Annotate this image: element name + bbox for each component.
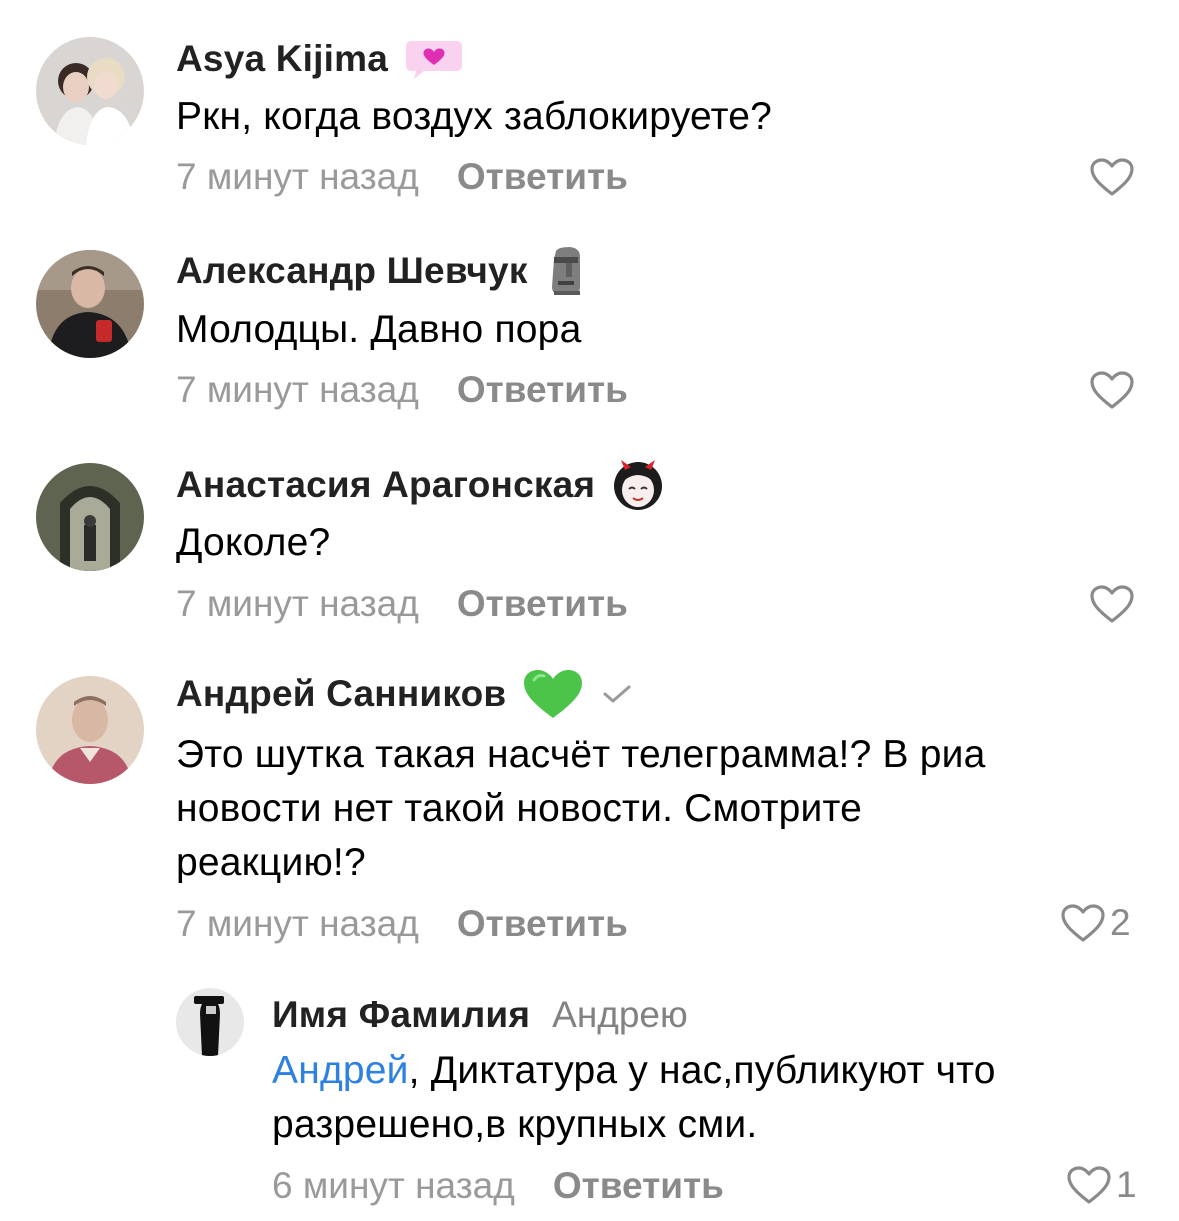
- verified-check-icon: [602, 683, 632, 705]
- mention-link[interactable]: Андрей: [272, 1049, 409, 1092]
- like-button[interactable]: [1089, 370, 1135, 410]
- heart-outline-icon: [1067, 1166, 1111, 1204]
- comment-text: Молодцы. Давно пора: [176, 308, 582, 351]
- pink-heart-bubble-icon: [404, 37, 464, 81]
- comment-text: Андрей, Диктатура у нас,публикуют что: [272, 1044, 996, 1098]
- reply-button[interactable]: Ответить: [457, 903, 628, 945]
- heart-outline-icon: [1090, 371, 1134, 409]
- moai-icon: [544, 245, 588, 297]
- comment-text-rest: , Диктатура у нас,публикуют что: [408, 1049, 996, 1092]
- reply-button[interactable]: Ответить: [457, 583, 628, 625]
- reply-addressee[interactable]: Андрею: [552, 994, 688, 1036]
- comment-timestamp: 7 минут назад: [176, 369, 419, 410]
- reply-button[interactable]: Ответить: [553, 1165, 724, 1207]
- comment-timestamp: 7 минут назад: [176, 156, 419, 197]
- devil-girl-sticker-icon: [611, 458, 665, 512]
- comment-timestamp: 7 минут назад: [176, 583, 419, 624]
- comment-text: реакцию!?: [176, 841, 366, 884]
- heart-outline-icon: [1090, 158, 1134, 196]
- comment-timestamp: 7 минут назад: [176, 903, 419, 944]
- comment-text: Это шутка такая насчёт телеграмма!? В ри…: [176, 733, 986, 776]
- author-name[interactable]: Анастасия Арагонская: [176, 464, 595, 506]
- author-name[interactable]: Имя Фамилия: [272, 994, 530, 1036]
- avatar[interactable]: [176, 988, 244, 1056]
- comment-text: Ркн, когда воздух заблокируете?: [176, 95, 772, 138]
- avatar[interactable]: [36, 37, 144, 145]
- avatar[interactable]: [36, 676, 144, 784]
- comment-timestamp: 6 минут назад: [272, 1165, 515, 1206]
- like-button[interactable]: [1089, 157, 1135, 197]
- avatar[interactable]: [36, 250, 144, 358]
- green-heart-icon: [522, 668, 584, 720]
- heart-outline-icon: [1061, 904, 1105, 942]
- like-count: 2: [1110, 902, 1131, 943]
- like-button[interactable]: 2: [1060, 902, 1131, 944]
- avatar[interactable]: [36, 463, 144, 571]
- heart-outline-icon: [1090, 585, 1134, 623]
- reply-button[interactable]: Ответить: [457, 369, 628, 411]
- reply-button[interactable]: Ответить: [457, 156, 628, 198]
- like-button[interactable]: [1089, 584, 1135, 624]
- author-name[interactable]: Asya Kijima: [176, 38, 388, 80]
- comment-text: Доколе?: [176, 521, 331, 564]
- like-button[interactable]: 1: [1066, 1164, 1137, 1206]
- author-name[interactable]: Андрей Санников: [176, 673, 506, 715]
- author-name[interactable]: Александр Шевчук: [176, 250, 528, 292]
- comment-text: новости нет такой новости. Смотрите: [176, 787, 863, 830]
- like-count: 1: [1116, 1164, 1137, 1205]
- comment-text: разрешено,в крупных сми.: [272, 1103, 758, 1146]
